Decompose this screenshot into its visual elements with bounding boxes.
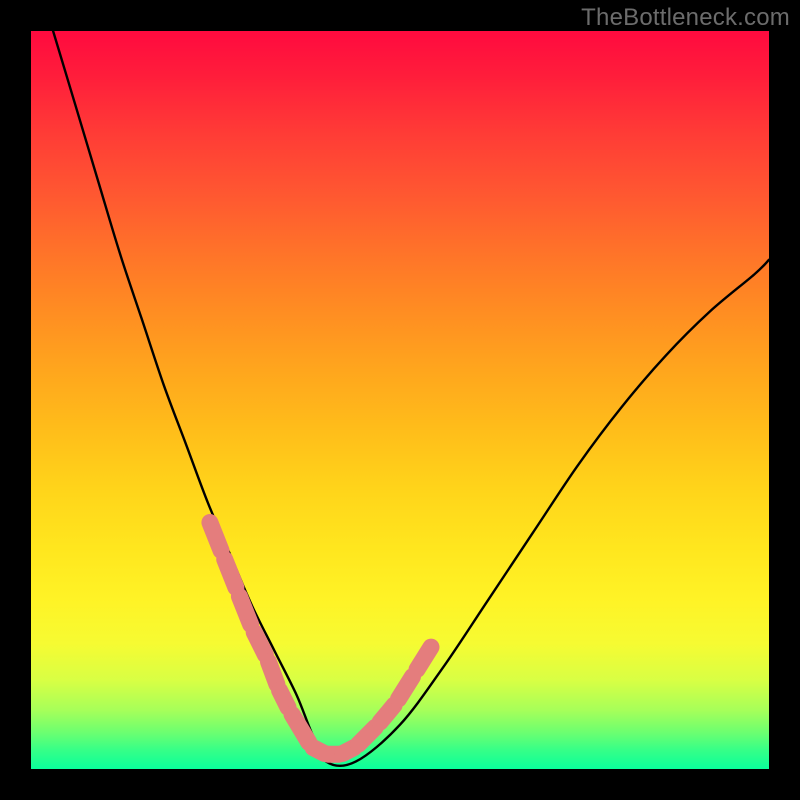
marker-segment <box>225 559 236 587</box>
outer-frame: TheBottleneck.com <box>0 0 800 800</box>
marker-segment <box>280 691 288 708</box>
curve-layer <box>31 31 769 769</box>
plot-area <box>31 31 769 769</box>
watermark-text: TheBottleneck.com <box>581 4 790 32</box>
marker-segment <box>239 596 250 624</box>
marker-overlay <box>210 523 431 755</box>
marker-segment <box>210 523 221 551</box>
marker-segment <box>399 677 413 699</box>
marker-segment <box>269 662 277 685</box>
marker-segment <box>254 632 265 655</box>
bottleneck-curve <box>53 31 769 766</box>
marker-segment <box>358 727 375 744</box>
marker-segment <box>417 647 431 669</box>
marker-segment <box>380 705 394 722</box>
